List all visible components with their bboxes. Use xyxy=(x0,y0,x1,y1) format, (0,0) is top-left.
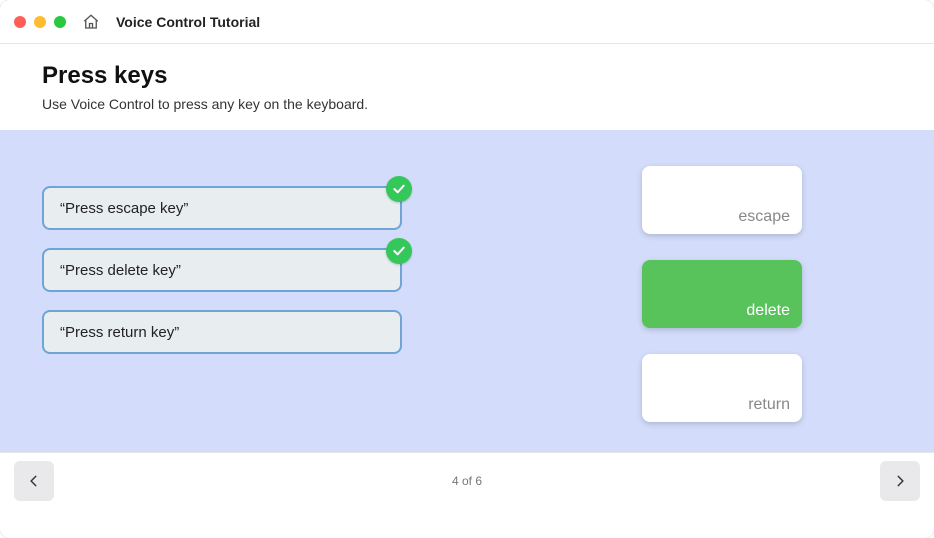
page-title: Press keys xyxy=(42,62,892,90)
window-controls xyxy=(14,16,66,28)
keyboard-keys: escape delete return xyxy=(642,166,802,422)
key-label: return xyxy=(748,396,790,414)
fullscreen-window-button[interactable] xyxy=(54,16,66,28)
command-item-delete: “Press delete key” xyxy=(42,248,402,292)
command-label: “Press delete key” xyxy=(60,262,181,279)
footer-bar: 4 of 6 xyxy=(0,452,934,508)
command-label: “Press escape key” xyxy=(60,200,188,217)
command-item-return: “Press return key” xyxy=(42,310,402,354)
command-label: “Press return key” xyxy=(60,324,179,341)
key-delete: delete xyxy=(642,260,802,328)
checkmark-icon xyxy=(386,176,412,202)
key-label: delete xyxy=(746,302,790,320)
key-return: return xyxy=(642,354,802,422)
titlebar: Voice Control Tutorial xyxy=(0,0,934,44)
command-item-escape: “Press escape key” xyxy=(42,186,402,230)
command-list: “Press escape key” “Press delete key” “P… xyxy=(42,186,402,354)
home-icon[interactable] xyxy=(82,13,100,31)
next-button[interactable] xyxy=(880,461,920,501)
chevron-right-icon xyxy=(893,471,907,491)
key-label: escape xyxy=(738,208,790,226)
minimize-window-button[interactable] xyxy=(34,16,46,28)
key-escape: escape xyxy=(642,166,802,234)
chevron-left-icon xyxy=(27,471,41,491)
previous-button[interactable] xyxy=(14,461,54,501)
window-title: Voice Control Tutorial xyxy=(116,14,260,30)
page-indicator: 4 of 6 xyxy=(452,474,482,488)
checkmark-icon xyxy=(386,238,412,264)
tutorial-panel: “Press escape key” “Press delete key” “P… xyxy=(0,130,934,452)
close-window-button[interactable] xyxy=(14,16,26,28)
page-subtitle: Use Voice Control to press any key on th… xyxy=(42,96,892,112)
page-header: Press keys Use Voice Control to press an… xyxy=(0,44,934,130)
